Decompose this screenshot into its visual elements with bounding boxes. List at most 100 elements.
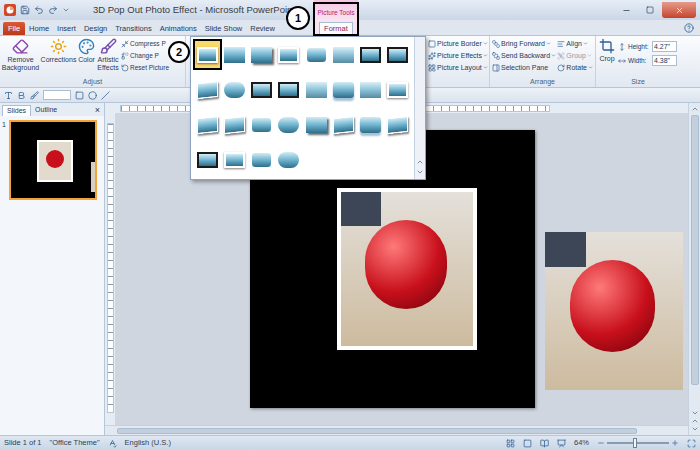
close-button[interactable] — [662, 2, 696, 18]
adjust-large-button[interactable]: Artistic Effects — [96, 38, 120, 72]
arrange-button[interactable]: Bring Forward — [492, 39, 557, 48]
save-icon[interactable] — [20, 5, 30, 15]
adjust-small-button[interactable]: Reset Picture — [121, 63, 169, 72]
picture-style[interactable] — [249, 111, 274, 138]
adjust-small-button[interactable]: Compress P — [121, 39, 169, 48]
picture-style[interactable] — [276, 146, 301, 173]
ribbon-tab[interactable]: Slide Show — [201, 22, 247, 35]
slide-sorter-icon[interactable] — [523, 439, 532, 448]
ribbon-tab[interactable]: Animations — [156, 22, 201, 35]
picture-style[interactable] — [304, 41, 329, 68]
panel-close-button[interactable]: × — [95, 105, 102, 116]
picture-style[interactable] — [249, 146, 274, 173]
picture-style[interactable] — [195, 76, 220, 103]
arrange-button[interactable]: Selection Pane — [492, 63, 557, 72]
picture-style[interactable] — [195, 111, 220, 138]
picture-option-button[interactable]: Picture Border — [428, 39, 489, 48]
ribbon-tab[interactable]: Design — [80, 22, 111, 35]
apple-photo[interactable] — [337, 188, 477, 350]
apple-photo[interactable] — [545, 232, 683, 390]
panel-tab[interactable]: Outline — [31, 105, 61, 116]
panel-tab[interactable]: Slides — [2, 105, 31, 116]
panel-tabs: SlidesOutline × — [0, 103, 104, 116]
adjust-large-button[interactable]: Remove Background — [1, 38, 40, 72]
style-preview — [333, 82, 354, 98]
picture-style[interactable] — [358, 41, 383, 68]
slide-thumbnail-row[interactable]: 1 — [2, 120, 104, 200]
rectangle-icon[interactable] — [75, 91, 84, 100]
zoom-level[interactable]: 64% — [574, 437, 589, 448]
font-size-field[interactable] — [43, 90, 71, 100]
picture-style[interactable] — [276, 76, 301, 103]
help-icon[interactable] — [684, 23, 694, 33]
previous-slide-icon[interactable] — [691, 417, 699, 425]
oval-icon[interactable] — [88, 91, 97, 100]
arrange-button[interactable]: Align — [557, 39, 595, 48]
redo-icon[interactable] — [48, 5, 58, 15]
picture-style[interactable] — [358, 76, 383, 103]
bold-icon[interactable] — [17, 91, 26, 100]
line-icon[interactable] — [101, 91, 110, 100]
ribbon-tab[interactable]: Review — [246, 22, 279, 35]
scroll-down-icon[interactable] — [691, 409, 699, 417]
scroll-up-icon[interactable] — [691, 105, 699, 113]
picture-style[interactable] — [385, 111, 410, 138]
maximize-button[interactable] — [638, 2, 662, 18]
adjust-large-button[interactable]: Corrections — [40, 38, 77, 64]
picture-style[interactable] — [358, 111, 383, 138]
ribbon-tab[interactable]: Home — [25, 22, 53, 35]
height-field[interactable]: 4.27" — [652, 41, 677, 52]
ribbon-tab[interactable]: Insert — [53, 22, 80, 35]
picture-style[interactable] — [331, 76, 356, 103]
horizontal-scrollbar[interactable] — [105, 425, 688, 435]
format-tab[interactable]: Format — [319, 22, 353, 35]
zoom-slider[interactable] — [607, 442, 669, 444]
fit-to-window-icon[interactable] — [687, 439, 696, 448]
picture-style[interactable] — [304, 111, 329, 138]
slide-thumbnail[interactable] — [9, 120, 97, 200]
minimize-button[interactable] — [614, 2, 638, 18]
picture-style[interactable] — [276, 111, 301, 138]
customize-icon[interactable] — [62, 6, 70, 14]
vertical-scrollbar[interactable] — [688, 103, 700, 435]
gallery-up-icon[interactable] — [416, 158, 424, 166]
format-painter-icon[interactable] — [30, 91, 39, 100]
crop-button[interactable]: Crop — [596, 38, 618, 77]
picture-style[interactable] — [331, 111, 356, 138]
slideshow-icon[interactable] — [557, 439, 566, 448]
spelling-icon[interactable] — [108, 439, 117, 448]
powerpoint-logo-icon[interactable] — [4, 4, 16, 16]
picture-style[interactable] — [304, 76, 329, 103]
gallery-down-icon[interactable] — [416, 168, 424, 176]
ribbon-tab[interactable]: Transitions — [111, 22, 155, 35]
zoom-in-icon[interactable] — [671, 439, 679, 447]
arrange-button[interactable]: Rotate — [557, 63, 595, 72]
width-field[interactable]: 4.38" — [652, 55, 677, 66]
picture-style[interactable] — [195, 146, 220, 173]
normal-view-icon[interactable] — [506, 439, 515, 448]
next-slide-icon[interactable] — [691, 425, 699, 433]
picture-style[interactable] — [249, 41, 274, 68]
picture-style[interactable] — [222, 111, 247, 138]
adjust-small-button[interactable]: Change P — [121, 51, 169, 60]
picture-style[interactable] — [195, 41, 220, 68]
zoom-out-icon[interactable] — [597, 439, 605, 447]
reading-view-icon[interactable] — [540, 439, 549, 448]
picture-style[interactable] — [222, 41, 247, 68]
ribbon-tab[interactable]: File — [3, 22, 25, 35]
picture-style[interactable] — [385, 76, 410, 103]
picture-style[interactable] — [222, 76, 247, 103]
adjust-large-button[interactable]: Color — [77, 38, 96, 64]
maximize-icon — [646, 6, 654, 14]
font-icon[interactable] — [4, 91, 13, 100]
undo-icon[interactable] — [34, 5, 44, 15]
arrange-button[interactable]: Send Backward — [492, 51, 557, 60]
zoom-thumb[interactable] — [633, 438, 637, 448]
picture-style[interactable] — [249, 76, 274, 103]
picture-style[interactable] — [331, 41, 356, 68]
picture-style[interactable] — [276, 41, 301, 68]
picture-option-button[interactable]: Picture Effects — [428, 51, 489, 60]
picture-style[interactable] — [222, 146, 247, 173]
picture-option-button[interactable]: Picture Layout — [428, 63, 489, 72]
picture-style[interactable] — [385, 41, 410, 68]
